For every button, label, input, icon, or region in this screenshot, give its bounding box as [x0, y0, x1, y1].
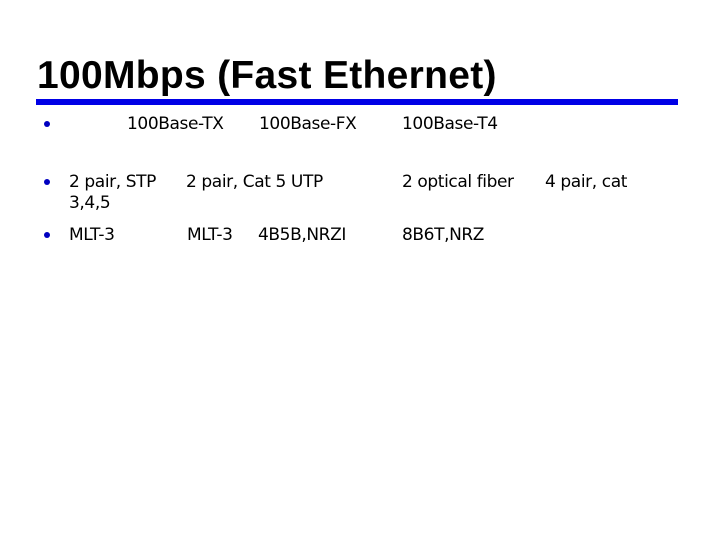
- cell-cabling-4: 4 pair, cat: [545, 172, 627, 192]
- cell-encoding-1: MLT-3: [69, 225, 115, 245]
- header-100base-fx: 100Base-FX: [259, 114, 357, 134]
- cell-cabling-3: 2 optical fiber: [402, 172, 514, 192]
- cell-encoding-4: 8B6T,NRZ: [402, 225, 485, 245]
- bullet-icon: [44, 121, 50, 127]
- header-100base-tx: 100Base-TX: [127, 114, 224, 134]
- header-100base-t4: 100Base-T4: [402, 114, 498, 134]
- cell-encoding-3: 4B5B,NRZI: [258, 225, 346, 245]
- cell-cabling-continuation: 3,4,5: [69, 193, 111, 213]
- bullet-icon: [44, 232, 50, 238]
- bullet-icon: [44, 179, 50, 185]
- cell-cabling-2: 2 pair, Cat 5 UTP: [186, 172, 323, 192]
- title-underline-rule: [36, 99, 678, 105]
- cell-cabling-1: 2 pair, STP: [69, 172, 156, 192]
- cell-encoding-2: MLT-3: [187, 225, 233, 245]
- slide-title: 100Mbps (Fast Ethernet): [37, 54, 497, 97]
